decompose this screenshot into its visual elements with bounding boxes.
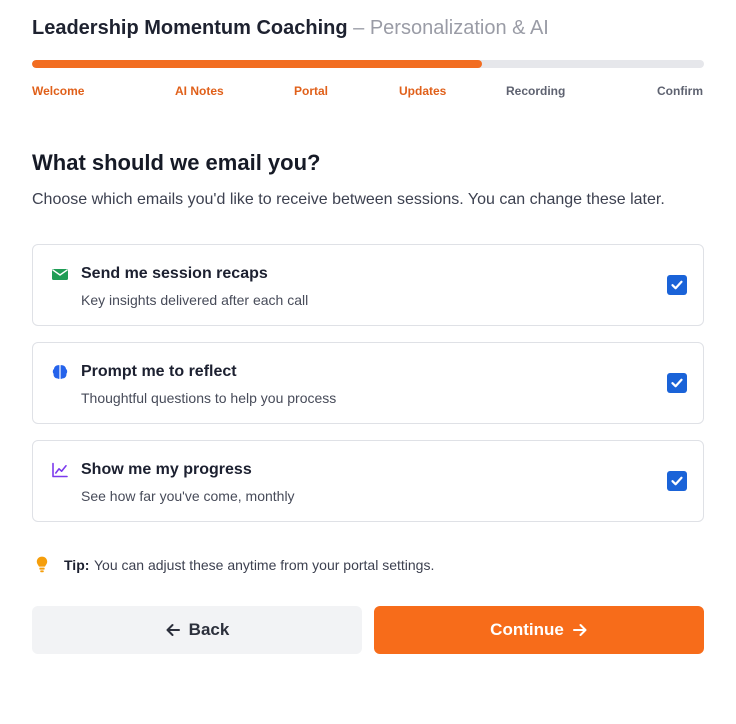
- checkmark-icon: [671, 378, 683, 388]
- app-header: Leadership Momentum Coaching – Personali…: [32, 17, 549, 40]
- lightbulb-icon: [36, 556, 48, 573]
- continue-button[interactable]: Continue: [374, 606, 704, 654]
- brain-icon: [52, 365, 68, 379]
- back-button-label: Back: [188, 620, 230, 639]
- back-button[interactable]: Back: [32, 606, 362, 654]
- option-title: Prompt me to reflect: [81, 363, 237, 380]
- progress-updates-checkbox[interactable]: [667, 471, 687, 491]
- step-ai-notes: AI Notes: [175, 84, 224, 98]
- page-description: Choose which emails you'd like to receiv…: [32, 191, 665, 208]
- option-reflection-prompts[interactable]: Prompt me to reflect Thoughtful question…: [32, 342, 704, 424]
- option-title: Show me my progress: [81, 461, 252, 478]
- option-description: Key insights delivered after each call: [81, 292, 309, 308]
- tip-label: Tip:: [64, 557, 90, 573]
- header-separator: –: [353, 17, 365, 39]
- option-title: Send me session recaps: [81, 265, 268, 282]
- option-description: See how far you've come, monthly: [81, 488, 295, 504]
- envelope-icon: [52, 269, 68, 280]
- chart-line-icon: [52, 462, 68, 478]
- brand-title: Leadership Momentum Coaching: [32, 17, 348, 39]
- header-subtitle: Personalization & AI: [369, 17, 549, 39]
- arrow-right-icon: [572, 624, 587, 636]
- checkmark-icon: [671, 280, 683, 290]
- continue-button-label: Continue: [490, 620, 564, 639]
- tip-text: You can adjust these anytime from your p…: [94, 557, 435, 573]
- page-title: What should we email you?: [32, 150, 321, 175]
- checkmark-icon: [671, 476, 683, 486]
- step-recording: Recording: [506, 84, 566, 98]
- reflection-prompts-checkbox[interactable]: [667, 373, 687, 393]
- arrow-left-icon: [166, 624, 180, 636]
- step-indicator: Welcome AI Notes Portal Updates Recordin…: [0, 84, 736, 100]
- option-progress-updates[interactable]: Show me my progress See how far you've c…: [32, 440, 704, 522]
- progress-bar-fill: [32, 60, 483, 68]
- step-welcome: Welcome: [32, 84, 85, 98]
- progress-bar: [32, 60, 704, 68]
- step-portal: Portal: [294, 84, 329, 98]
- step-updates: Updates: [399, 84, 447, 98]
- option-session-recaps[interactable]: Send me session recaps Key insights deli…: [32, 244, 704, 326]
- step-confirm: Confirm: [657, 84, 703, 98]
- option-description: Thoughtful questions to help you process: [81, 390, 337, 406]
- session-recaps-checkbox[interactable]: [667, 275, 687, 295]
